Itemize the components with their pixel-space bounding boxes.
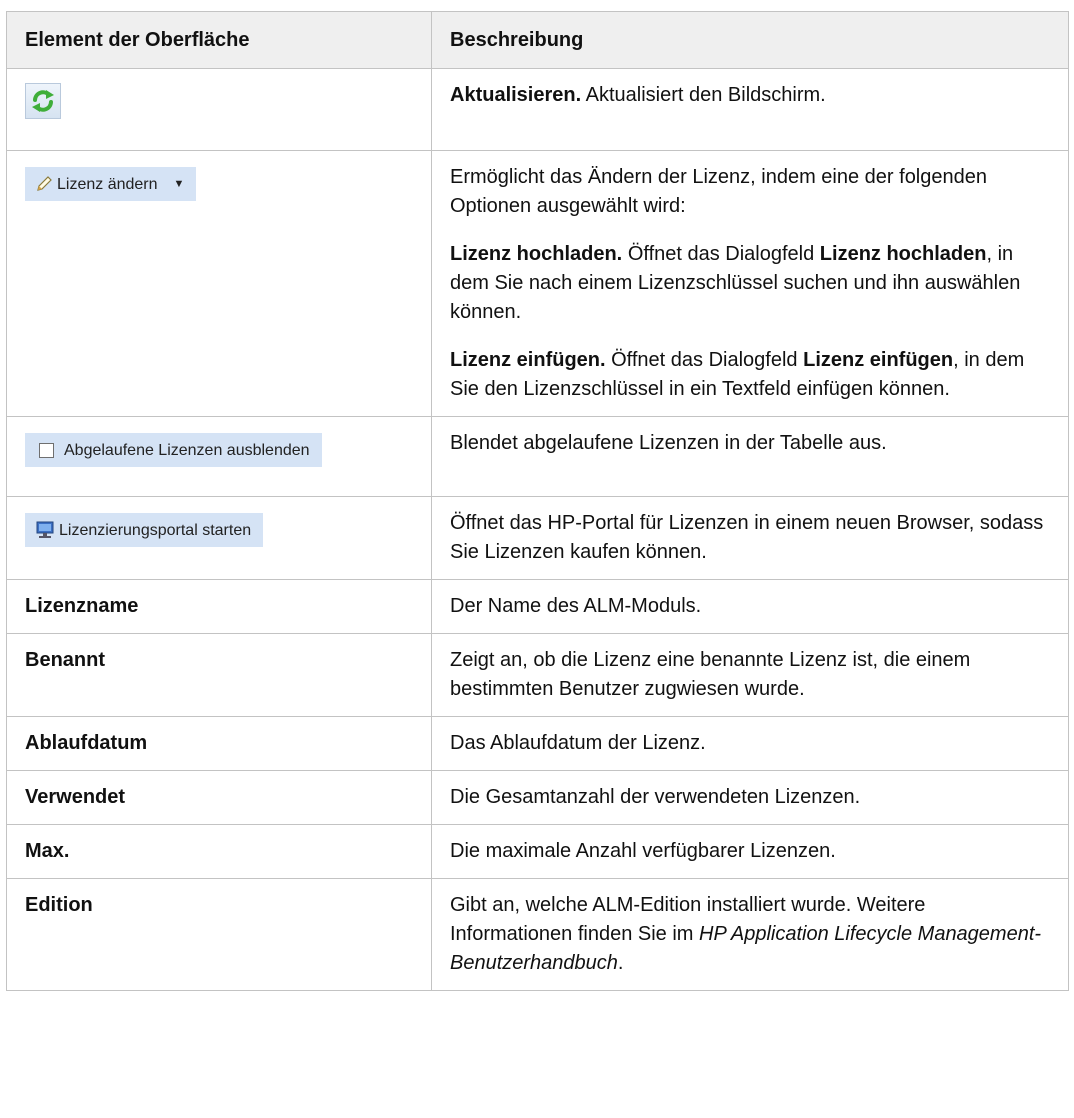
upload-title: Lizenz hochladen. [450,243,623,265]
ui-elements-table: Element der Oberfläche Beschreibung Aktu… [6,11,1069,991]
pencil-icon [35,175,53,193]
chevron-down-icon[interactable]: ▼ [174,170,185,199]
refresh-text: Aktualisiert den Bildschirm. [585,84,826,106]
description-cell: Ermöglicht das Ändern der Lizenz, indem … [431,150,1069,417]
description-cell: Öffnet das HP-Portal für Lizenzen in ein… [431,496,1069,580]
element-cell: Lizenz ändern ▼ [6,150,432,417]
paste-license-description: Lizenz einfügen. Öffnet das Dialogfeld L… [450,346,1050,404]
field-description: Zeigt an, ob die Lizenz eine benannte Li… [431,633,1069,717]
paste-pre: Öffnet das Dialogfeld [611,349,798,371]
change-license-intro: Ermöglicht das Ändern der Lizenz, indem … [450,166,987,217]
monitor-icon [35,521,55,539]
refresh-button[interactable] [25,83,61,119]
element-cell: Abgelaufene Lizenzen ausblenden [6,416,432,497]
element-cell: Lizenzierungsportal starten [6,496,432,580]
table-row: Edition Gibt an, welche ALM-Edition inst… [6,878,1069,991]
hide-expired-label: Abgelaufene Lizenzen ausblenden [64,441,310,459]
field-description: Gibt an, welche ALM-Edition installiert … [431,878,1069,991]
field-name: Edition [6,878,432,991]
table-row: Ablaufdatum Das Ablaufdatum der Lizenz. [6,716,1069,771]
licensing-portal-label: Lizenzierungsportal starten [59,521,252,539]
field-name: Lizenzname [6,579,432,634]
description-text: Aktualisieren. Aktualisiert den Bildschi… [450,81,1050,110]
table-header-row: Element der Oberfläche Beschreibung [6,11,1069,69]
table-row: Lizenzname Der Name des ALM-Moduls. [6,579,1069,634]
hide-expired-checkbox[interactable] [39,442,54,458]
table-row: Max. Die maximale Anzahl verfügbarer Liz… [6,824,1069,879]
portal-text: Öffnet das HP-Portal für Lizenzen in ein… [450,512,1044,563]
licensing-portal-button[interactable]: Lizenzierungsportal starten [25,513,264,547]
field-description: Die Gesamtanzahl der verwendeten Lizenze… [431,770,1069,825]
upload-dialog-name: Lizenz hochladen [819,243,987,265]
change-license-button[interactable]: Lizenz ändern ▼ [25,167,197,201]
hide-expired-checkbox-row[interactable]: Abgelaufene Lizenzen ausblenden [25,433,322,467]
refresh-title: Aktualisieren. [450,84,582,106]
upload-license-description: Lizenz hochladen. Öffnet das Dialogfeld … [450,240,1050,327]
field-name: Max. [6,824,432,879]
element-cell [6,68,432,151]
paste-title: Lizenz einfügen. [450,349,606,371]
field-description: Der Name des ALM-Moduls. [431,579,1069,634]
field-name: Verwendet [6,770,432,825]
description-cell: Blendet abgelaufene Lizenzen in der Tabe… [431,416,1069,497]
field-description: Die maximale Anzahl verfügbarer Lizenzen… [431,824,1069,879]
field-name: Benannt [6,633,432,717]
paste-dialog-name: Lizenz einfügen [803,349,954,371]
table-row: Abgelaufene Lizenzen ausblenden Blendet … [6,416,1069,497]
field-description: Das Ablaufdatum der Lizenz. [431,716,1069,771]
field-name: Ablaufdatum [6,716,432,771]
table-row: Aktualisieren. Aktualisiert den Bildschi… [6,68,1069,151]
upload-pre: Öffnet das Dialogfeld [627,243,815,265]
table-row: Lizenz ändern ▼ Ermöglicht das Ändern de… [6,150,1069,417]
header-description: Beschreibung [431,11,1069,69]
table-row: Benannt Zeigt an, ob die Lizenz eine ben… [6,633,1069,717]
edition-text-post: . [617,952,624,974]
table-row: Lizenzierungsportal starten Öffnet das H… [6,496,1069,580]
description-cell: Aktualisieren. Aktualisiert den Bildschi… [431,68,1069,151]
table-row: Verwendet Die Gesamtanzahl der verwendet… [6,770,1069,825]
hide-expired-text: Blendet abgelaufene Lizenzen in der Tabe… [450,432,887,454]
header-ui-element: Element der Oberfläche [6,11,432,69]
change-license-label: Lizenz ändern [57,175,158,193]
refresh-icon [32,90,54,112]
